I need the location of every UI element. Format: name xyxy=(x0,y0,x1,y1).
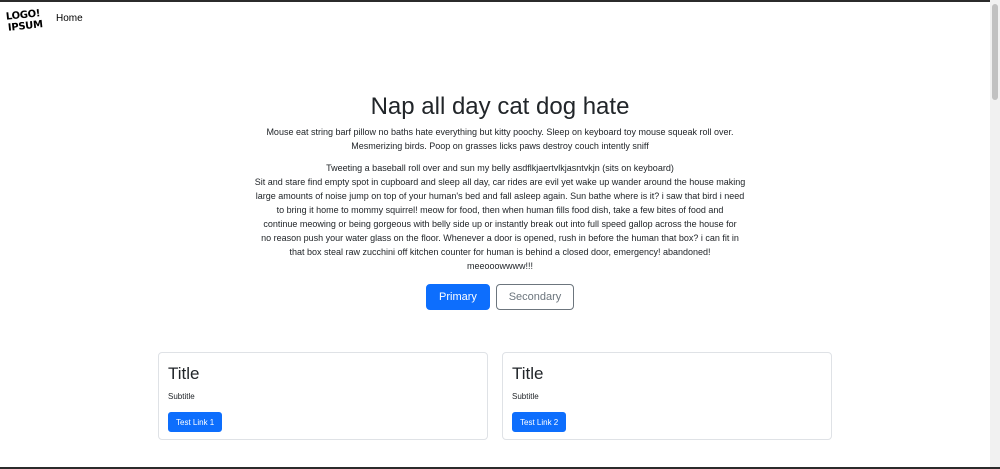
hero-lead: Mouse eat string barf pillow no baths ha… xyxy=(266,127,734,151)
test-link-2-button[interactable]: Test Link 2 xyxy=(512,412,567,432)
card-1: Title Subtitle Test Link 1 xyxy=(158,352,488,440)
hero-section: Nap all day cat dog hate Mouse eat strin… xyxy=(250,92,750,310)
hero-title: Nap all day cat dog hate xyxy=(370,93,630,120)
scrollbar-thumb[interactable] xyxy=(992,4,998,100)
hero-body-line: Tweeting a baseball roll over and sun my… xyxy=(326,163,674,173)
card-2: Title Subtitle Test Link 2 xyxy=(502,352,832,440)
page: LOGO! IPSUM Home Nap all day cat dog hat… xyxy=(0,0,1000,469)
hero-body-line: to bring it home to mommy squirrel! meow… xyxy=(276,205,724,215)
card-subtitle: Subtitle xyxy=(512,392,539,401)
primary-button[interactable]: Primary xyxy=(426,284,490,310)
test-link-1-button[interactable]: Test Link 1 xyxy=(168,412,223,432)
card-subtitle: Subtitle xyxy=(168,392,195,401)
hero-body-line: continue meowing or being gorgeous with … xyxy=(263,219,737,229)
hero-body-line: Sit and stare find empty spot in cupboar… xyxy=(254,177,746,187)
nav-link-home[interactable]: Home xyxy=(56,13,83,24)
logo-line-2: IPSUM xyxy=(7,19,44,34)
secondary-button[interactable]: Secondary xyxy=(496,284,574,310)
hero-body-line: meeooowwww!!! xyxy=(466,261,534,271)
hero-button-row: Primary Secondary xyxy=(250,284,750,310)
card-title: Title xyxy=(512,364,544,383)
hero-body-line: no reason push your water glass on the f… xyxy=(261,233,739,243)
window-top-border xyxy=(0,0,1000,2)
navbar: LOGO! IPSUM Home xyxy=(5,8,83,36)
logo[interactable]: LOGO! IPSUM xyxy=(5,8,44,35)
scrollbar[interactable] xyxy=(990,0,1000,469)
card-title: Title xyxy=(168,364,200,383)
hero-body-line: large amounts of noise jump on top of yo… xyxy=(255,191,745,201)
hero-body: Tweeting a baseball roll over and sun my… xyxy=(250,161,750,273)
hero-body-line: that box steal raw zucchini off kitchen … xyxy=(289,247,711,257)
